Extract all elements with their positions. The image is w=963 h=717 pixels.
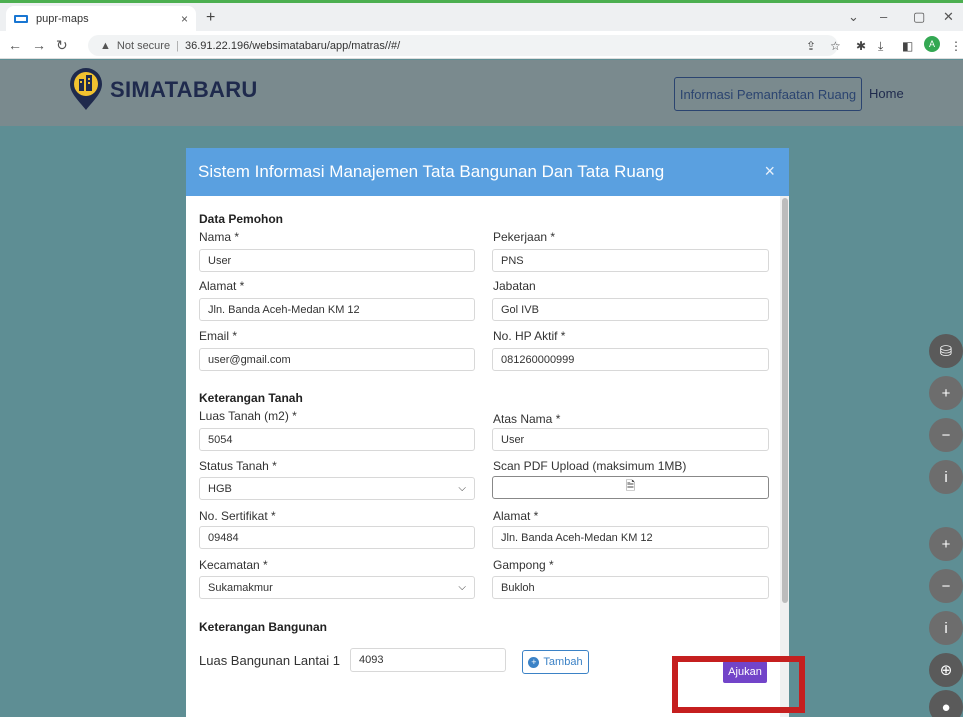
- jabatan-input[interactable]: Gol IVB: [492, 298, 769, 321]
- atas-nama-input[interactable]: User: [492, 428, 769, 451]
- alamat-label: Alamat *: [199, 279, 245, 293]
- download-icon[interactable]: ⤓: [878, 39, 883, 54]
- not-secure-label: Not secure: [116, 39, 171, 52]
- status-tanah-value: HGB: [208, 482, 232, 495]
- hp-label: No. HP Aktif *: [493, 329, 566, 343]
- chevron-down-icon: ⌵: [458, 582, 466, 593]
- zoom-out-icon[interactable]: −: [929, 418, 963, 452]
- kecamatan-value: Sukamakmur: [208, 581, 273, 594]
- luas-bangunan-label: Luas Bangunan Lantai 1: [199, 653, 340, 668]
- no-sertifikat-label: No. Sertifikat *: [199, 509, 276, 523]
- tab-bar: pupr-maps × + ⌄ – ▢ ✕: [0, 3, 963, 31]
- extensions-icon[interactable]: ✱: [856, 39, 866, 53]
- scan-pdf-upload[interactable]: 🗎: [492, 476, 769, 499]
- restore-icon[interactable]: ▢: [913, 9, 925, 25]
- form-modal: Sistem Informasi Manajemen Tata Bangunan…: [186, 148, 789, 717]
- modal-close-icon[interactable]: ×: [764, 161, 775, 182]
- scan-pdf-label: Scan PDF Upload (maksimum 1MB): [493, 459, 687, 473]
- simatabaru-logo-icon: [70, 68, 102, 110]
- sidepanel-icon[interactable]: ◧: [902, 39, 913, 53]
- layers-icon[interactable]: ⛁: [929, 334, 963, 368]
- zoom-out-icon-2[interactable]: −: [929, 569, 963, 603]
- highlight-box: [672, 656, 805, 713]
- status-tanah-label: Status Tanah *: [199, 459, 277, 473]
- location-pin-icon[interactable]: ●: [929, 690, 963, 717]
- tab-search-icon[interactable]: ⌄: [848, 9, 859, 25]
- section-keterangan-tanah: Keterangan Tanah: [199, 391, 303, 405]
- chevron-down-icon: ⌵: [458, 483, 466, 494]
- info-icon[interactable]: i: [929, 460, 963, 494]
- alamat-tanah-input[interactable]: Jln. Banda Aceh-Medan KM 12: [492, 526, 769, 549]
- browser-tab[interactable]: pupr-maps ×: [6, 6, 196, 31]
- plus-circle-icon: +: [528, 656, 540, 668]
- back-icon[interactable]: ←: [8, 37, 22, 53]
- zoom-in-icon-2[interactable]: +: [929, 527, 963, 561]
- jabatan-label: Jabatan: [493, 279, 536, 293]
- luas-bangunan-input[interactable]: 4093: [350, 648, 506, 672]
- tambah-label: Tambah: [543, 656, 583, 668]
- url-field[interactable]: ▲ Not secure | 36.91.22.196/websimatabar…: [88, 35, 838, 56]
- file-upload-icon: 🗎: [625, 479, 636, 493]
- status-tanah-select[interactable]: HGB ⌵: [199, 477, 475, 500]
- tambah-button[interactable]: + Tambah: [522, 650, 589, 674]
- luas-tanah-input[interactable]: 5054: [199, 428, 475, 451]
- modal-header: Sistem Informasi Manajemen Tata Bangunan…: [186, 148, 789, 196]
- tab-title: pupr-maps: [36, 12, 89, 25]
- modal-scroll-thumb[interactable]: [782, 198, 788, 603]
- favicon-icon: [14, 14, 28, 23]
- no-sertifikat-input[interactable]: 09484: [199, 526, 475, 549]
- alamat-input[interactable]: Jln. Banda Aceh-Medan KM 12: [199, 298, 475, 321]
- reload-icon[interactable]: ↻: [56, 37, 68, 54]
- share-icon[interactable]: ⇪: [806, 39, 816, 53]
- nama-input[interactable]: User: [199, 249, 475, 272]
- url-separator: |: [176, 39, 179, 52]
- section-keterangan-bangunan: Keterangan Bangunan: [199, 620, 328, 634]
- tab-close-icon[interactable]: ×: [181, 12, 188, 26]
- forward-icon[interactable]: →: [32, 37, 46, 53]
- brand-name: SIMATABARU: [110, 77, 258, 102]
- home-link[interactable]: Home: [869, 86, 904, 101]
- email-field[interactable]: user@gmail.com: [199, 348, 475, 371]
- kecamatan-select[interactable]: Sukamakmur ⌵: [199, 576, 475, 599]
- new-tab-button[interactable]: +: [206, 9, 215, 27]
- atas-nama-label: Atas Nama *: [493, 412, 561, 426]
- nama-label: Nama *: [199, 230, 240, 244]
- pekerjaan-input[interactable]: PNS: [492, 249, 769, 272]
- url-text: 36.91.22.196/websimatabaru/app/matras//#…: [184, 39, 401, 52]
- warning-icon: ▲: [100, 39, 111, 52]
- section-data-pemohon: Data Pemohon: [199, 212, 284, 226]
- profile-avatar[interactable]: A: [924, 36, 940, 52]
- zoom-in-icon[interactable]: +: [929, 376, 963, 410]
- address-bar-row: ← → ↻ ▲ Not secure | 36.91.22.196/websim…: [0, 31, 963, 59]
- informasi-pemanfaatan-ruang-button[interactable]: Informasi Pemanfaatan Ruang: [674, 77, 862, 111]
- window-close-icon[interactable]: ✕: [943, 9, 954, 25]
- minimize-icon[interactable]: –: [880, 9, 887, 24]
- hp-input[interactable]: 081260000999: [492, 348, 769, 371]
- info-icon-2[interactable]: i: [929, 611, 963, 645]
- pekerjaan-label: Pekerjaan *: [493, 230, 556, 244]
- luas-tanah-label: Luas Tanah (m2) *: [199, 409, 297, 423]
- alamat-tanah-label: Alamat *: [493, 509, 539, 523]
- modal-title: Sistem Informasi Manajemen Tata Bangunan…: [198, 162, 665, 181]
- email-label: Email *: [199, 329, 238, 343]
- menu-icon[interactable]: ⋮: [950, 39, 962, 53]
- gampong-input[interactable]: Bukloh: [492, 576, 769, 599]
- gampong-label: Gampong *: [493, 558, 554, 572]
- bookmark-star-icon[interactable]: ☆: [830, 39, 841, 53]
- globe-icon[interactable]: ⊕: [929, 653, 963, 687]
- kecamatan-label: Kecamatan *: [199, 558, 268, 572]
